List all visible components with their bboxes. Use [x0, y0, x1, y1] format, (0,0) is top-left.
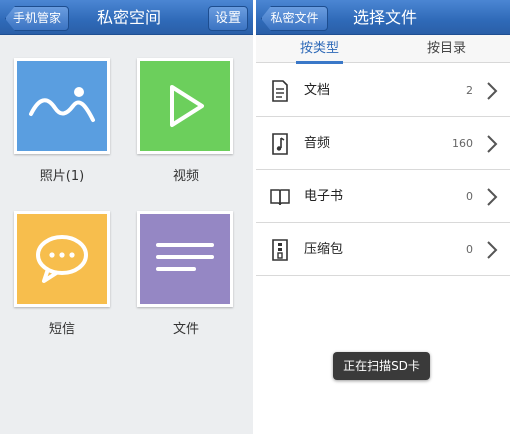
list-item-archives[interactable]: 压缩包 0 [256, 223, 510, 276]
scanning-toast: 正在扫描SD卡 [333, 352, 430, 380]
list-item-count: 0 [466, 190, 473, 203]
list-item-ebooks[interactable]: 电子书 0 [256, 170, 510, 223]
title-bar: 手机管家 私密空间 设置 [0, 0, 253, 35]
list-item-count: 2 [466, 84, 473, 97]
message-icon [36, 235, 88, 283]
music-note-icon [272, 133, 288, 155]
chevron-right-icon [487, 241, 498, 259]
list-item-label: 音频 [304, 136, 331, 151]
private-space-screen: 手机管家 私密空间 设置 照片(1) 视频 短信 文件 [0, 0, 253, 434]
file-lines-icon [156, 243, 214, 271]
list-item-documents[interactable]: 文档 2 [256, 64, 510, 117]
video-tile[interactable] [137, 58, 233, 154]
tab-by-directory[interactable]: 按目录 [383, 35, 510, 63]
select-file-screen: 私密文件 选择文件 按类型 按目录 文档 2 音频 160 电子书 0 压缩包 … [256, 0, 510, 434]
sms-label: 短信 [48, 322, 75, 337]
tab-by-type-label: 按类型 [299, 41, 339, 56]
chevron-right-icon [487, 82, 498, 100]
chevron-right-icon [487, 188, 498, 206]
list-item-label: 压缩包 [304, 242, 344, 257]
sms-tile[interactable] [14, 211, 110, 307]
list-item-label: 文档 [304, 83, 331, 98]
back-button[interactable]: 手机管家 [5, 6, 69, 31]
tab-bar: 按类型 按目录 [256, 35, 510, 64]
page-title: 私密空间 [97, 8, 162, 27]
list-item-audio[interactable]: 音频 160 [256, 117, 510, 170]
video-label: 视频 [172, 169, 199, 184]
chevron-right-icon [487, 135, 498, 153]
document-icon [272, 80, 288, 102]
list-item-count: 160 [452, 137, 473, 150]
list-item-count: 0 [466, 243, 473, 256]
title-bar: 私密文件 选择文件 [256, 0, 510, 35]
page-title: 选择文件 [353, 8, 418, 27]
book-icon [270, 189, 290, 206]
file-label: 文件 [172, 322, 199, 337]
photo-tile[interactable] [14, 58, 110, 154]
file-tile[interactable] [137, 211, 233, 307]
zip-icon [272, 239, 288, 261]
settings-button[interactable]: 设置 [208, 6, 248, 31]
play-icon [170, 85, 204, 127]
photo-label: 照片(1) [39, 169, 85, 184]
back-button[interactable]: 私密文件 [261, 6, 328, 31]
list-item-label: 电子书 [304, 189, 344, 204]
tab-by-type[interactable]: 按类型 [256, 35, 383, 64]
photo-icon [29, 87, 95, 122]
